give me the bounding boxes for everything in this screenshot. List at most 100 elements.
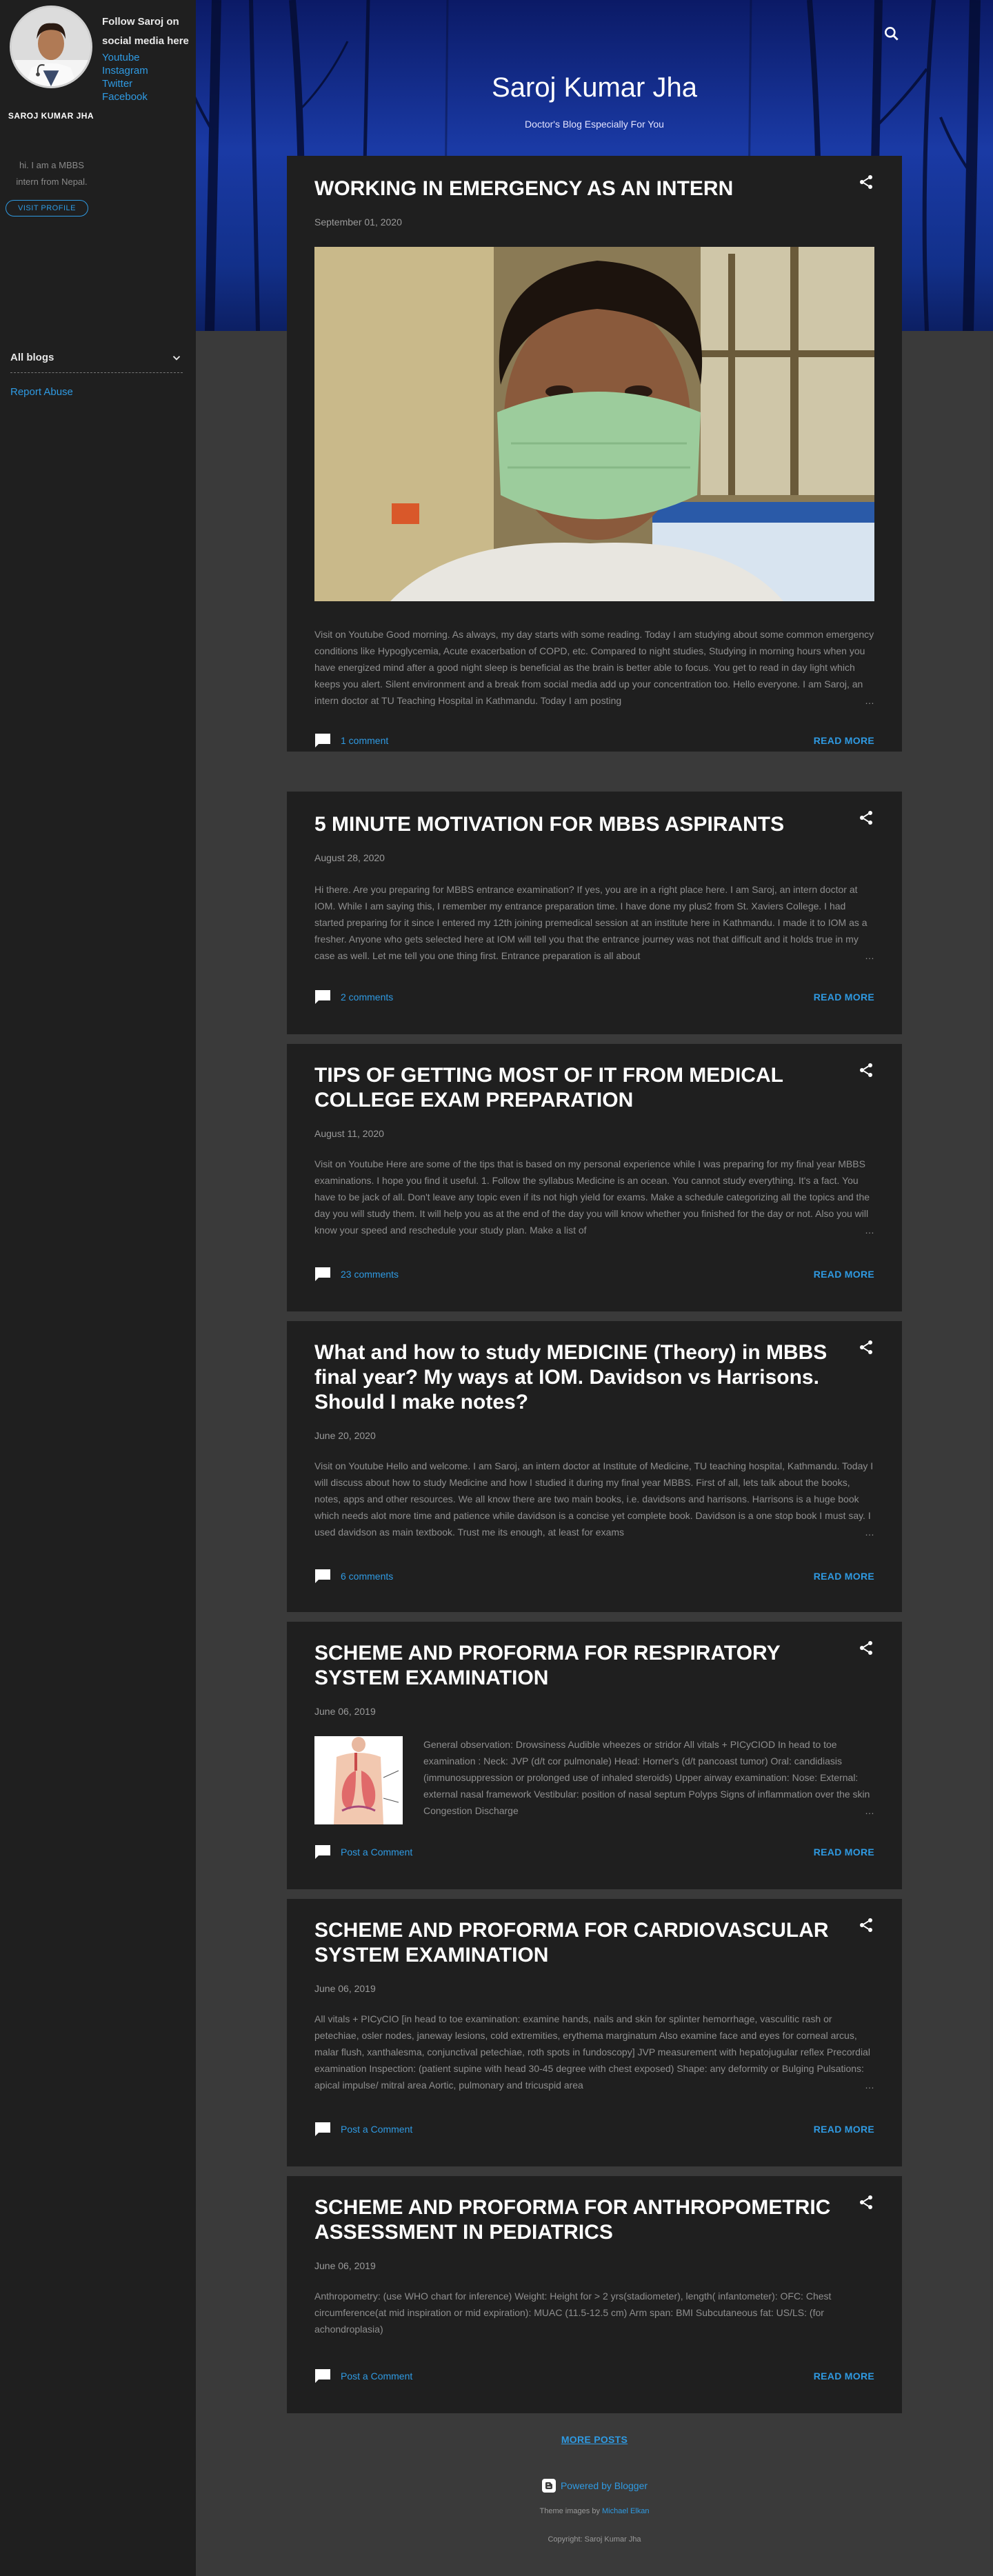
post-title[interactable]: SCHEME AND PROFORMA FOR CARDIOVASCULAR S… (314, 1918, 839, 1968)
post-date: August 28, 2020 (314, 852, 385, 863)
post-snippet: Hi there. Are you preparing for MBBS ent… (314, 881, 874, 964)
comments-count: Post a Comment (341, 1847, 413, 1858)
post-image[interactable] (314, 247, 874, 601)
snippet-ellipsis: … (823, 1222, 874, 1238)
post-snippet: Visit on Youtube Hello and welcome. I am… (314, 1458, 874, 1540)
read-more-link[interactable]: READ MORE (814, 1847, 874, 1858)
post-footer: 23 comments READ MORE (314, 1266, 874, 1282)
social-link-youtube[interactable]: Youtube (102, 51, 192, 64)
comments-link[interactable]: 6 comments (314, 1569, 393, 1584)
post-card: 5 MINUTE MOTIVATION FOR MBBS ASPIRANTS A… (287, 792, 902, 1034)
post-card: WORKING IN EMERGENCY AS AN INTERN Septem… (287, 156, 902, 752)
post-date: August 11, 2020 (314, 1128, 384, 1139)
post-date: June 06, 2019 (314, 2260, 376, 2271)
post-card: SCHEME AND PROFORMA FOR RESPIRATORY SYST… (287, 1622, 902, 1889)
profile-card: SAROJ KUMAR JHA (7, 6, 95, 121)
read-more-link[interactable]: READ MORE (814, 2124, 874, 2135)
post-title[interactable]: 5 MINUTE MOTIVATION FOR MBBS ASPIRANTS (314, 812, 839, 837)
post-card: SCHEME AND PROFORMA FOR ANTHROPOMETRIC A… (287, 2176, 902, 2413)
powered-by-label: Powered by Blogger (560, 2480, 648, 2491)
comments-count: 1 comment (341, 735, 389, 746)
post-title[interactable]: SCHEME AND PROFORMA FOR ANTHROPOMETRIC A… (314, 2195, 839, 2245)
snippet-ellipsis: … (823, 947, 874, 964)
post-snippet: Anthropometry: (use WHO chart for infere… (314, 2288, 874, 2337)
profile-name[interactable]: SAROJ KUMAR JHA (7, 110, 95, 121)
post-footer: Post a Comment READ MORE (314, 2121, 874, 2137)
read-more-link[interactable]: READ MORE (814, 992, 874, 1003)
comments-link[interactable]: Post a Comment (314, 2368, 412, 2384)
post-snippet: General observation: Drowsiness Audible … (423, 1736, 874, 1819)
social-link-facebook[interactable]: Facebook (102, 90, 192, 103)
post-body: General observation: Drowsiness Audible … (314, 1736, 874, 1824)
post-snippet: All vitals + PICyCIO [in head to toe exa… (314, 2011, 874, 2093)
post-date: June 06, 2019 (314, 1983, 376, 1994)
comments-count: 6 comments (341, 1571, 394, 1582)
comment-icon (315, 2369, 330, 2383)
blog-title[interactable]: Saroj Kumar Jha (196, 72, 993, 103)
post-footer: 2 comments READ MORE (314, 989, 874, 1005)
post-title[interactable]: TIPS OF GETTING MOST OF IT FROM MEDICAL … (314, 1063, 839, 1113)
post-snippet-text: General observation: Drowsiness Audible … (423, 1739, 870, 1816)
comments-count: Post a Comment (341, 2371, 413, 2382)
post-snippet-text: All vitals + PICyCIO [in head to toe exa… (314, 2013, 870, 2091)
comment-icon (315, 1845, 330, 1859)
post-title[interactable]: WORKING IN EMERGENCY AS AN INTERN (314, 177, 839, 201)
post-snippet-text: Visit on Youtube Here are some of the ti… (314, 1158, 870, 1236)
visit-profile-button[interactable]: VISIT PROFILE (6, 200, 88, 217)
post-snippet-text: Hi there. Are you preparing for MBBS ent… (314, 884, 867, 961)
read-more-link[interactable]: READ MORE (814, 1269, 874, 1280)
sidebar: SAROJ KUMAR JHA Follow Saroj on social m… (0, 0, 196, 2576)
comment-icon (315, 2122, 330, 2136)
snippet-ellipsis: … (823, 692, 874, 709)
social-follow: Follow Saroj on social media here Youtub… (95, 6, 192, 121)
snippet-ellipsis: … (823, 1524, 874, 1540)
search-icon[interactable] (883, 25, 901, 43)
post-footer: Post a Comment READ MORE (314, 2368, 874, 2384)
post-footer: 6 comments READ MORE (314, 1568, 874, 1584)
comment-icon (315, 990, 330, 1004)
post-footer: 1 comment READ MORE (314, 732, 874, 749)
post-title[interactable]: SCHEME AND PROFORMA FOR RESPIRATORY SYST… (314, 1641, 839, 1691)
read-more-link[interactable]: READ MORE (814, 735, 874, 746)
comments-link[interactable]: 2 comments (314, 989, 393, 1005)
post-date: June 20, 2020 (314, 1430, 376, 1441)
share-icon[interactable] (858, 1640, 874, 1656)
share-icon[interactable] (858, 1917, 874, 1933)
profile-section: SAROJ KUMAR JHA Follow Saroj on social m… (0, 0, 196, 121)
read-more-link[interactable]: READ MORE (814, 1571, 874, 1582)
blog-subtitle: Doctor's Blog Especially For You (525, 119, 664, 130)
post-snippet-text: Visit on Youtube Good morning. As always… (314, 629, 874, 706)
comment-icon (315, 1267, 330, 1281)
follow-title: Follow Saroj on social media here (102, 16, 189, 47)
comments-link[interactable]: 1 comment (314, 733, 388, 748)
share-icon[interactable] (858, 1339, 874, 1356)
avatar[interactable] (10, 6, 92, 88)
copyright: Copyright: Saroj Kumar Jha (548, 2535, 641, 2544)
snippet-ellipsis: … (823, 2077, 874, 2093)
all-blogs-dropdown[interactable]: All blogs (10, 343, 183, 373)
share-icon[interactable] (858, 174, 874, 190)
more-posts-button[interactable]: MORE POSTS (196, 2434, 993, 2445)
comments-count: Post a Comment (341, 2124, 413, 2135)
report-abuse-link[interactable]: Report Abuse (10, 386, 73, 398)
comments-link[interactable]: Post a Comment (314, 1844, 412, 1860)
share-icon[interactable] (858, 809, 874, 826)
comments-link[interactable]: 23 comments (314, 1267, 399, 1282)
powered-by[interactable]: Powered by Blogger (196, 2478, 993, 2493)
post-thumbnail[interactable] (314, 1736, 403, 1824)
comment-icon (315, 1569, 330, 1583)
theme-credit: Theme images by Michael Elkan (196, 2507, 993, 2515)
social-link-instagram[interactable]: Instagram (102, 64, 192, 77)
post-snippet: Visit on Youtube Good morning. As always… (314, 626, 874, 709)
post-title[interactable]: What and how to study MEDICINE (Theory) … (314, 1340, 839, 1415)
post-card: What and how to study MEDICINE (Theory) … (287, 1321, 902, 1612)
blogger-icon (541, 2479, 556, 2493)
comments-link[interactable]: Post a Comment (314, 2122, 412, 2137)
read-more-link[interactable]: READ MORE (814, 2371, 874, 2382)
all-blogs-label: All blogs (10, 352, 54, 363)
social-link-twitter[interactable]: Twitter (102, 77, 192, 90)
share-icon[interactable] (858, 2194, 874, 2211)
share-icon[interactable] (858, 1062, 874, 1078)
theme-author-link[interactable]: Michael Elkan (602, 2507, 649, 2515)
comments-count: 23 comments (341, 1269, 399, 1280)
